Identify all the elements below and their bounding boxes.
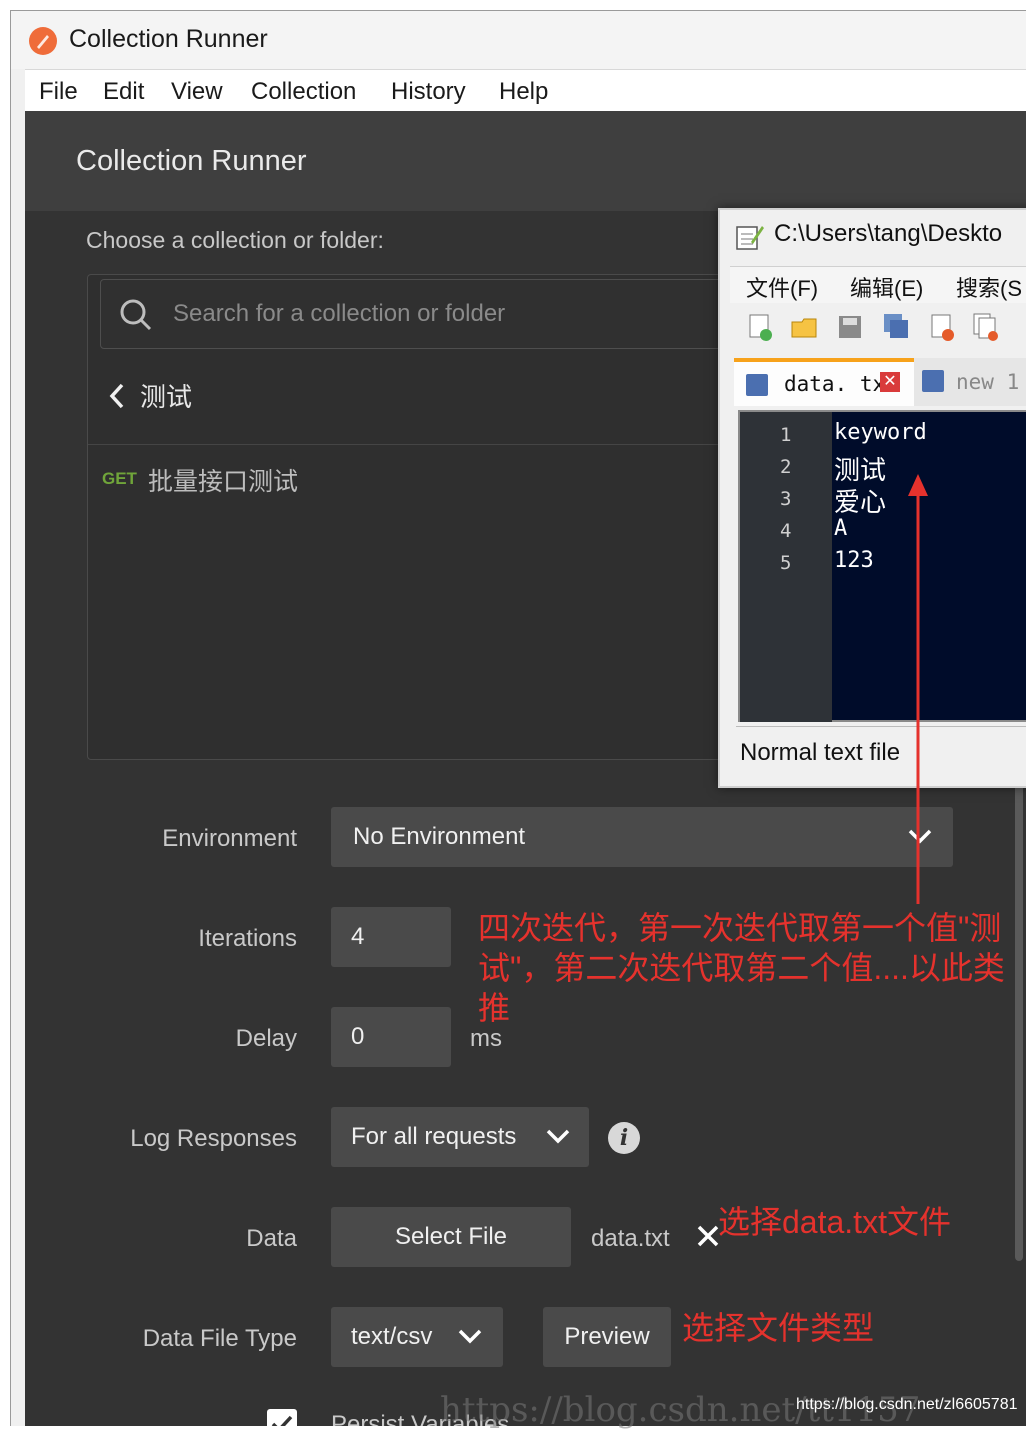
save-all-icon[interactable] bbox=[882, 312, 910, 342]
code-line: A bbox=[834, 516, 848, 541]
collection-browser: Search for a collection or folder 测试 GET… bbox=[87, 274, 768, 760]
line-number: 5 bbox=[780, 552, 792, 574]
iterations-input[interactable]: 4 bbox=[331, 907, 451, 967]
collection-search-input[interactable]: Search for a collection or folder bbox=[100, 279, 760, 349]
page-title: Collection Runner bbox=[76, 145, 307, 177]
code-line: 123 bbox=[834, 548, 874, 573]
select-file-button[interactable]: Select File bbox=[331, 1207, 571, 1267]
delay-label: Delay bbox=[235, 1025, 297, 1052]
unsaved-file-icon bbox=[922, 370, 944, 392]
postman-app-icon bbox=[29, 27, 57, 55]
menu-history[interactable]: History bbox=[391, 78, 466, 106]
request-list-item[interactable]: GET 批量接口测试 bbox=[88, 447, 768, 507]
open-folder-icon[interactable] bbox=[790, 312, 818, 342]
folder-header[interactable]: 测试 bbox=[88, 359, 768, 445]
iterations-label: Iterations bbox=[198, 925, 297, 952]
data-file-type-select[interactable]: text/csv bbox=[331, 1307, 503, 1367]
data-file-annotation: 选择data.txt文件 bbox=[718, 1204, 951, 1240]
search-placeholder: Search for a collection or folder bbox=[173, 300, 506, 327]
notepad-editor[interactable]: 1 2 3 4 5 keyword 测试 爱心 A 123 bbox=[738, 410, 1026, 722]
delay-input[interactable]: 0 bbox=[331, 1007, 451, 1067]
notepad-window: C:\Users\tang\Deskto 文件(F) 编辑(E) 搜索(S da… bbox=[718, 208, 1026, 788]
line-number: 2 bbox=[780, 456, 792, 478]
tab-new-1[interactable]: new 1 bbox=[956, 370, 1019, 394]
saved-file-icon bbox=[746, 374, 768, 396]
title-bar: Collection Runner bbox=[11, 11, 1026, 69]
new-file-icon[interactable] bbox=[746, 312, 774, 342]
environment-select[interactable]: No Environment bbox=[331, 807, 953, 867]
environment-label: Environment bbox=[162, 825, 297, 852]
chevron-left-icon[interactable] bbox=[106, 381, 128, 411]
choose-collection-label: Choose a collection or folder: bbox=[86, 227, 384, 253]
close-all-icon[interactable] bbox=[972, 312, 1000, 342]
method-badge: GET bbox=[102, 469, 137, 488]
chevron-down-icon bbox=[546, 1129, 570, 1144]
line-number-gutter: 1 2 3 4 5 bbox=[740, 412, 832, 722]
menu-file[interactable]: File bbox=[39, 78, 78, 106]
menu-collection[interactable]: Collection bbox=[251, 78, 356, 106]
annotation-arrow bbox=[908, 474, 928, 904]
notepad-status-bar: Normal text file bbox=[736, 726, 1026, 775]
menu-edit[interactable]: Edit bbox=[103, 78, 144, 106]
code-line: keyword bbox=[834, 420, 927, 445]
delay-unit: ms bbox=[470, 1025, 502, 1052]
tab-data-txt[interactable]: data. txt ✕ bbox=[734, 358, 914, 406]
menu-bar: File Edit View Collection History Help bbox=[25, 69, 1026, 112]
notepad-tab-bar: data. txt ✕ new 1 bbox=[734, 358, 1026, 406]
checkmark-icon bbox=[271, 1415, 293, 1426]
notepad-menu-file[interactable]: 文件(F) bbox=[746, 271, 818, 303]
runner-header: Collection Runner bbox=[25, 111, 1026, 211]
log-responses-select[interactable]: For all requests bbox=[331, 1107, 589, 1167]
window-title: Collection Runner bbox=[69, 25, 268, 53]
source-credit: https://blog.csdn.net/zl6605781 bbox=[796, 1396, 1018, 1413]
close-file-icon[interactable] bbox=[928, 312, 956, 342]
notepad-toolbar bbox=[730, 304, 1026, 350]
request-name: 批量接口测试 bbox=[148, 468, 299, 496]
notepad-menu-edit[interactable]: 编辑(E) bbox=[850, 271, 923, 303]
status-text: Normal text file bbox=[740, 739, 901, 766]
line-number: 3 bbox=[780, 488, 792, 510]
data-label: Data bbox=[246, 1225, 297, 1252]
code-line: 爱心 bbox=[834, 488, 887, 518]
notepad-title: C:\Users\tang\Deskto bbox=[774, 220, 1003, 247]
persist-variables-checkbox[interactable] bbox=[267, 1409, 297, 1426]
save-icon[interactable] bbox=[836, 312, 864, 342]
log-responses-label: Log Responses bbox=[130, 1125, 297, 1152]
menu-view[interactable]: View bbox=[171, 78, 223, 106]
search-icon bbox=[120, 299, 152, 331]
data-file-name: data.txt bbox=[591, 1225, 670, 1252]
file-type-annotation: 选择文件类型 bbox=[682, 1310, 875, 1346]
preview-button[interactable]: Preview bbox=[543, 1307, 671, 1367]
chevron-down-icon bbox=[458, 1329, 482, 1344]
notepad-menu-bar: 文件(F) 编辑(E) 搜索(S bbox=[730, 266, 1026, 303]
iterations-annotation: 四次迭代，第一次迭代取第一个值"测试"，第二次迭代取第二个值....以此类推 bbox=[478, 910, 1005, 1026]
notepad-icon bbox=[736, 226, 764, 250]
info-icon[interactable]: i bbox=[608, 1122, 640, 1154]
log-responses-value: For all requests bbox=[351, 1123, 517, 1150]
environment-value: No Environment bbox=[353, 823, 526, 850]
folder-name: 测试 bbox=[140, 382, 193, 412]
line-number: 4 bbox=[780, 520, 792, 542]
menu-help[interactable]: Help bbox=[499, 78, 548, 106]
line-number: 1 bbox=[780, 424, 792, 446]
data-file-type-label: Data File Type bbox=[142, 1325, 297, 1352]
data-file-type-value: text/csv bbox=[351, 1323, 433, 1350]
notepad-menu-search[interactable]: 搜索(S bbox=[956, 271, 1022, 303]
tab-close-icon[interactable]: ✕ bbox=[880, 372, 900, 392]
